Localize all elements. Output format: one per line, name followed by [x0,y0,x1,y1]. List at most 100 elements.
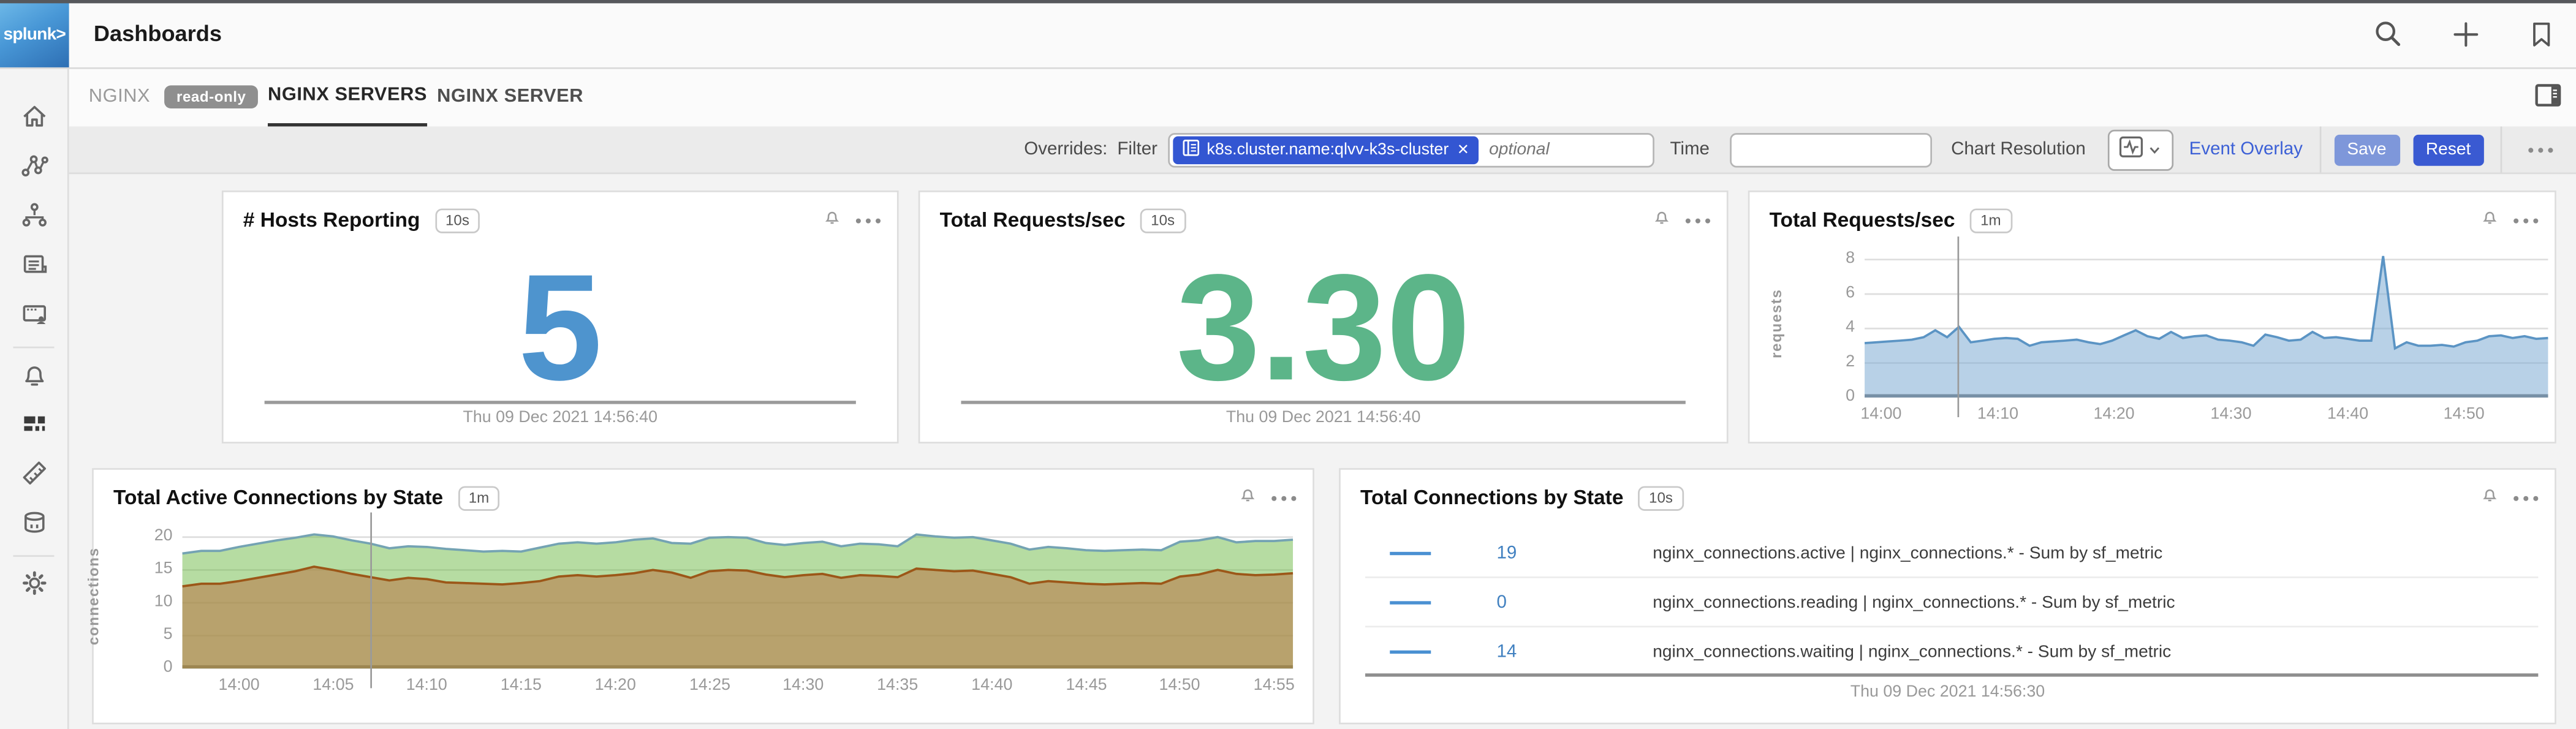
card-total-requests-10s: Total Requests/sec 10s 3.30 Thu 09 Dec 2… [919,191,1729,444]
sidebar-item-alerts[interactable] [0,353,67,402]
alert-bell-icon[interactable] [1239,483,1257,512]
tab-nginx[interactable]: NGINX read-only [89,67,257,127]
y-axis-label: requests [1768,288,1784,357]
requests-area-chart[interactable]: requests 02468 14:0014:1014:2014:3014:40… [1865,248,2548,398]
reset-button[interactable]: Reset [2412,134,2483,165]
right-panel-toggle-icon[interactable] [2535,84,2561,115]
more-menu-icon[interactable] [2528,147,2553,152]
y-axis-label: connections [85,547,102,645]
create-plus-icon[interactable] [2453,21,2479,47]
sidebar-item-dashboards[interactable] [0,402,67,451]
divider [265,401,856,404]
filter-label: Filter [1117,140,1157,159]
splunk-logo[interactable]: splunk> [0,0,69,67]
chart-resolution-label: Chart Resolution [1951,140,2086,159]
sidebar-item-home[interactable] [0,96,67,145]
alert-bell-icon[interactable] [1653,205,1670,235]
connections-stacked-area-chart[interactable]: connections 05101520 14:0014:0514:1014:1… [183,524,1293,668]
card-hosts-reporting: # Hosts Reporting 10s 5 Thu 09 Dec 2021 … [222,191,899,444]
dashboard-tab-bar: NGINX read-only NGINX SERVERS NGINX SERV… [69,67,2576,127]
list-item[interactable]: 0 nginx_connections.reading | nginx_conn… [1365,578,2538,627]
metric-value: 19 [1497,543,1596,562]
resolution-badge: 1m [1970,208,2012,232]
read-only-badge: read-only [165,85,257,108]
pulse-icon [2120,137,2146,163]
bookmark-icon[interactable] [2530,21,2553,47]
chart-more-icon[interactable] [2513,495,2538,500]
chart-resolution-dropdown[interactable] [2107,129,2173,170]
resolution-badge: 10s [435,208,480,232]
divider [961,401,1685,404]
metric-label: nginx_connections.active | nginx_connect… [1653,543,2162,562]
search-icon[interactable] [2374,20,2402,48]
time-input[interactable] [1729,132,1931,167]
chart-title: Total Active Connections by State [113,486,443,510]
sidebar-item-infrastructure[interactable] [0,194,67,243]
alert-bell-icon[interactable] [2480,205,2498,235]
sidebar-item-data-management[interactable] [0,501,67,550]
chart-more-icon[interactable] [1686,217,1710,222]
database-icon [19,507,48,545]
tab-nginx-label: NGINX [89,87,150,107]
divider [2501,126,2502,172]
resolution-badge: 1m [458,485,499,510]
chevron-down-icon [2149,140,2161,159]
card-connections-by-state-list: Total Connections by State 10s 19 nginx_… [1339,468,2556,724]
chart-more-icon[interactable] [856,217,881,222]
sidebar-item-apm[interactable] [0,145,67,194]
time-label: Time [1670,140,1709,159]
sidebar-divider [13,347,54,349]
metric-value: 0 [1497,592,1596,612]
save-button[interactable]: Save [2334,134,2400,165]
y-axis-ticks: 05101520 [126,524,172,668]
overrides-label: Overrides: [1024,140,1107,159]
single-value: 3.30 [920,251,1726,406]
area-chart-canvas [1865,248,2548,398]
bell-icon [19,359,48,397]
filter-chip[interactable]: k8s.cluster.name:qlvv-k3s-cluster ✕ [1172,135,1479,164]
series-swatch [1390,649,1431,652]
alert-bell-icon[interactable] [2480,483,2498,512]
event-overlay-link[interactable]: Event Overlay [2189,140,2303,159]
dashboards-icon-active [19,408,48,446]
sidebar-item-settings[interactable] [0,562,67,611]
divider [1365,673,2538,676]
logs-icon [19,249,48,287]
single-value: 5 [224,251,897,406]
sidebar-item-rum[interactable] [0,292,67,341]
chart-more-icon[interactable] [1271,495,1296,500]
chart-title: Total Connections by State [1360,486,1624,510]
app-window: splunk> Dashboards NGINX read-only NGINX… [0,0,2576,729]
tab-nginx-servers[interactable]: NGINX SERVERS [268,67,427,127]
resolution-badge: 10s [1638,485,1684,510]
metric-list: 19 nginx_connections.active | nginx_conn… [1365,529,2538,675]
series-swatch [1390,551,1431,554]
chart-title: # Hosts Reporting [243,209,420,232]
y-axis-ticks: 02468 [1809,248,1855,398]
alert-bell-icon[interactable] [823,205,841,235]
filter-input[interactable]: k8s.cluster.name:qlvv-k3s-cluster ✕ [1167,132,1654,167]
card-total-requests-1m: Total Requests/sec 1m requests 02468 14:… [1748,191,2556,444]
home-icon [19,101,48,139]
apm-nodes-icon [19,150,48,188]
chart-title: Total Requests/sec [940,209,1126,232]
area-chart-canvas [183,524,1293,668]
left-nav-sidebar [0,67,69,729]
chip-close-icon[interactable]: ✕ [1457,140,1469,158]
card-active-connections-by-state: Total Active Connections by State 1m con… [92,468,1314,724]
value-timestamp: Thu 09 Dec 2021 14:56:30 [1341,683,2555,701]
list-item[interactable]: 14 nginx_connections.waiting | nginx_con… [1365,627,2538,675]
top-bar: splunk> Dashboards [0,0,2576,69]
filter-optional-input[interactable] [1479,140,1649,159]
gear-icon [19,567,48,605]
metric-label: nginx_connections.reading | nginx_connec… [1653,592,2175,612]
value-timestamp: Thu 09 Dec 2021 14:56:40 [224,409,897,427]
chart-more-icon[interactable] [2513,217,2538,222]
sidebar-item-metrics[interactable] [0,451,67,500]
sidebar-item-log-observer[interactable] [0,243,67,292]
tab-nginx-server[interactable]: NGINX SERVER [437,67,583,127]
sidebar-divider [13,555,54,557]
list-item[interactable]: 19 nginx_connections.active | nginx_conn… [1365,529,2538,578]
infrastructure-icon [19,200,48,238]
overrides-bar: Overrides: Filter k8s.cluster.name:qlvv-… [69,126,2576,174]
